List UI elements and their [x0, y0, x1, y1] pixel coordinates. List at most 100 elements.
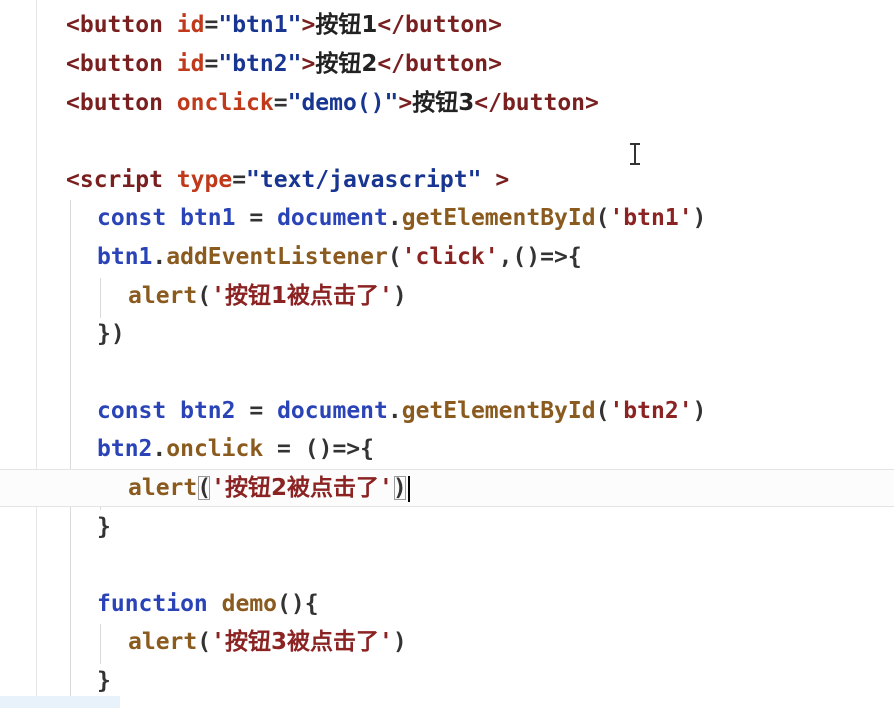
- code-line[interactable]: btn1.addEventListener('click',()=>{: [97, 238, 582, 276]
- code-token: 按钮3: [412, 90, 475, 116]
- code-token: const: [97, 205, 167, 231]
- code-line[interactable]: }): [97, 315, 125, 353]
- code-token: alert: [128, 283, 198, 309]
- code-token: 按钮3被点击了: [224, 629, 379, 655]
- code-token: =: [249, 398, 264, 424]
- code-token: ': [378, 629, 393, 655]
- code-token: </button>: [474, 90, 599, 116]
- code-token: }): [97, 321, 125, 347]
- code-token: btn1: [180, 205, 236, 231]
- code-token: alert: [128, 629, 198, 655]
- code-token: 'btn2': [609, 398, 693, 424]
- code-token: </button>: [377, 51, 502, 77]
- ibeam-cursor-icon: [630, 143, 640, 165]
- matched-bracket: ): [392, 475, 407, 501]
- code-token: "btn2": [218, 51, 302, 77]
- matched-bracket: (: [197, 475, 212, 501]
- code-token: </button>: [377, 12, 502, 38]
- code-line[interactable]: const btn1 = document.getElementById('bt…: [97, 199, 706, 237]
- code-token: =: [273, 90, 288, 116]
- code-token: <button: [66, 51, 163, 77]
- code-token: ': [211, 475, 225, 501]
- code-token: =: [204, 51, 219, 77]
- code-token: demo: [221, 591, 278, 617]
- code-token: ): [692, 205, 707, 231]
- code-token: (: [595, 205, 610, 231]
- code-token: (: [595, 398, 610, 424]
- code-token: >: [301, 12, 316, 38]
- code-line[interactable]: <script type="text/javascript" >: [66, 161, 509, 199]
- code-token: (: [387, 244, 402, 270]
- code-token: .: [152, 244, 167, 270]
- horizontal-scrollbar[interactable]: [0, 696, 120, 708]
- code-token: 按钮2: [315, 51, 378, 77]
- code-token: =: [232, 167, 247, 193]
- code-line[interactable]: function demo(){: [97, 585, 319, 623]
- code-token: <button: [66, 90, 163, 116]
- code-token: document: [277, 398, 388, 424]
- code-token: ): [692, 398, 707, 424]
- code-token: onclick: [176, 90, 274, 116]
- code-token: ': [211, 283, 225, 309]
- code-token: 'btn1': [609, 205, 693, 231]
- code-token: "demo()": [287, 90, 399, 116]
- code-token: btn2: [97, 436, 153, 462]
- code-token: function: [97, 591, 208, 617]
- code-line[interactable]: btn2.onclick = ()=>{: [97, 430, 374, 468]
- code-token: addEventListener: [166, 244, 388, 270]
- code-token: =: [277, 436, 291, 462]
- code-line[interactable]: <button id="btn1">按钮1</button>: [66, 6, 502, 44]
- code-token: .: [387, 205, 402, 231]
- code-token: ,()=>{: [498, 244, 582, 270]
- code-token: ': [378, 283, 393, 309]
- code-token: .: [387, 398, 402, 424]
- code-token: "text/javascript": [246, 167, 482, 193]
- code-token: >: [398, 90, 413, 116]
- code-token: 'click': [401, 244, 499, 270]
- code-token: .: [152, 436, 167, 462]
- code-token: (: [197, 283, 212, 309]
- code-token: id: [176, 51, 205, 77]
- code-line[interactable]: const btn2 = document.getElementById('bt…: [97, 392, 706, 430]
- code-line[interactable]: }: [97, 508, 111, 546]
- gutter-border: [36, 0, 37, 708]
- code-token: <script: [66, 167, 163, 193]
- code-line[interactable]: <button id="btn2">按钮2</button>: [66, 45, 502, 83]
- code-token: onclick: [166, 436, 264, 462]
- code-token: 按钮1: [315, 12, 378, 38]
- code-token: =: [204, 12, 219, 38]
- code-token: getElementById: [401, 398, 596, 424]
- code-token: >: [495, 167, 510, 193]
- code-token: ): [392, 283, 407, 309]
- code-token: 按钮1被点击了: [224, 283, 379, 309]
- code-token: const: [97, 398, 167, 424]
- indent-guide: [70, 200, 71, 696]
- code-token: (: [197, 629, 212, 655]
- code-token: ': [378, 475, 393, 501]
- code-line[interactable]: }: [97, 662, 111, 700]
- code-line[interactable]: alert('按钮3被点击了'): [128, 623, 407, 661]
- code-token: =: [249, 205, 264, 231]
- code-token: }: [97, 514, 111, 540]
- code-editor[interactable]: <button id="btn1">按钮1</button> <button i…: [0, 0, 894, 708]
- code-token: document: [277, 205, 388, 231]
- code-token: id: [176, 12, 205, 38]
- code-token: ()=>{: [304, 436, 375, 462]
- code-token: "btn1": [218, 12, 302, 38]
- code-line[interactable]: <button onclick="demo()">按钮3</button>: [66, 84, 599, 122]
- code-token: 按钮2被点击了: [224, 475, 379, 501]
- indent-guide: [100, 278, 101, 318]
- indent-guide: [100, 624, 101, 664]
- code-line-current[interactable]: alert('按钮2被点击了'): [128, 469, 410, 507]
- text-caret: [407, 475, 410, 502]
- code-token: ': [211, 629, 225, 655]
- code-token: ): [392, 629, 407, 655]
- code-token: }: [97, 668, 111, 694]
- code-token: type: [176, 167, 233, 193]
- code-line[interactable]: alert('按钮1被点击了'): [128, 277, 407, 315]
- code-token: (){: [277, 591, 319, 617]
- code-token: btn1: [97, 244, 153, 270]
- code-token: >: [301, 51, 316, 77]
- code-token: btn2: [180, 398, 236, 424]
- code-token: getElementById: [401, 205, 596, 231]
